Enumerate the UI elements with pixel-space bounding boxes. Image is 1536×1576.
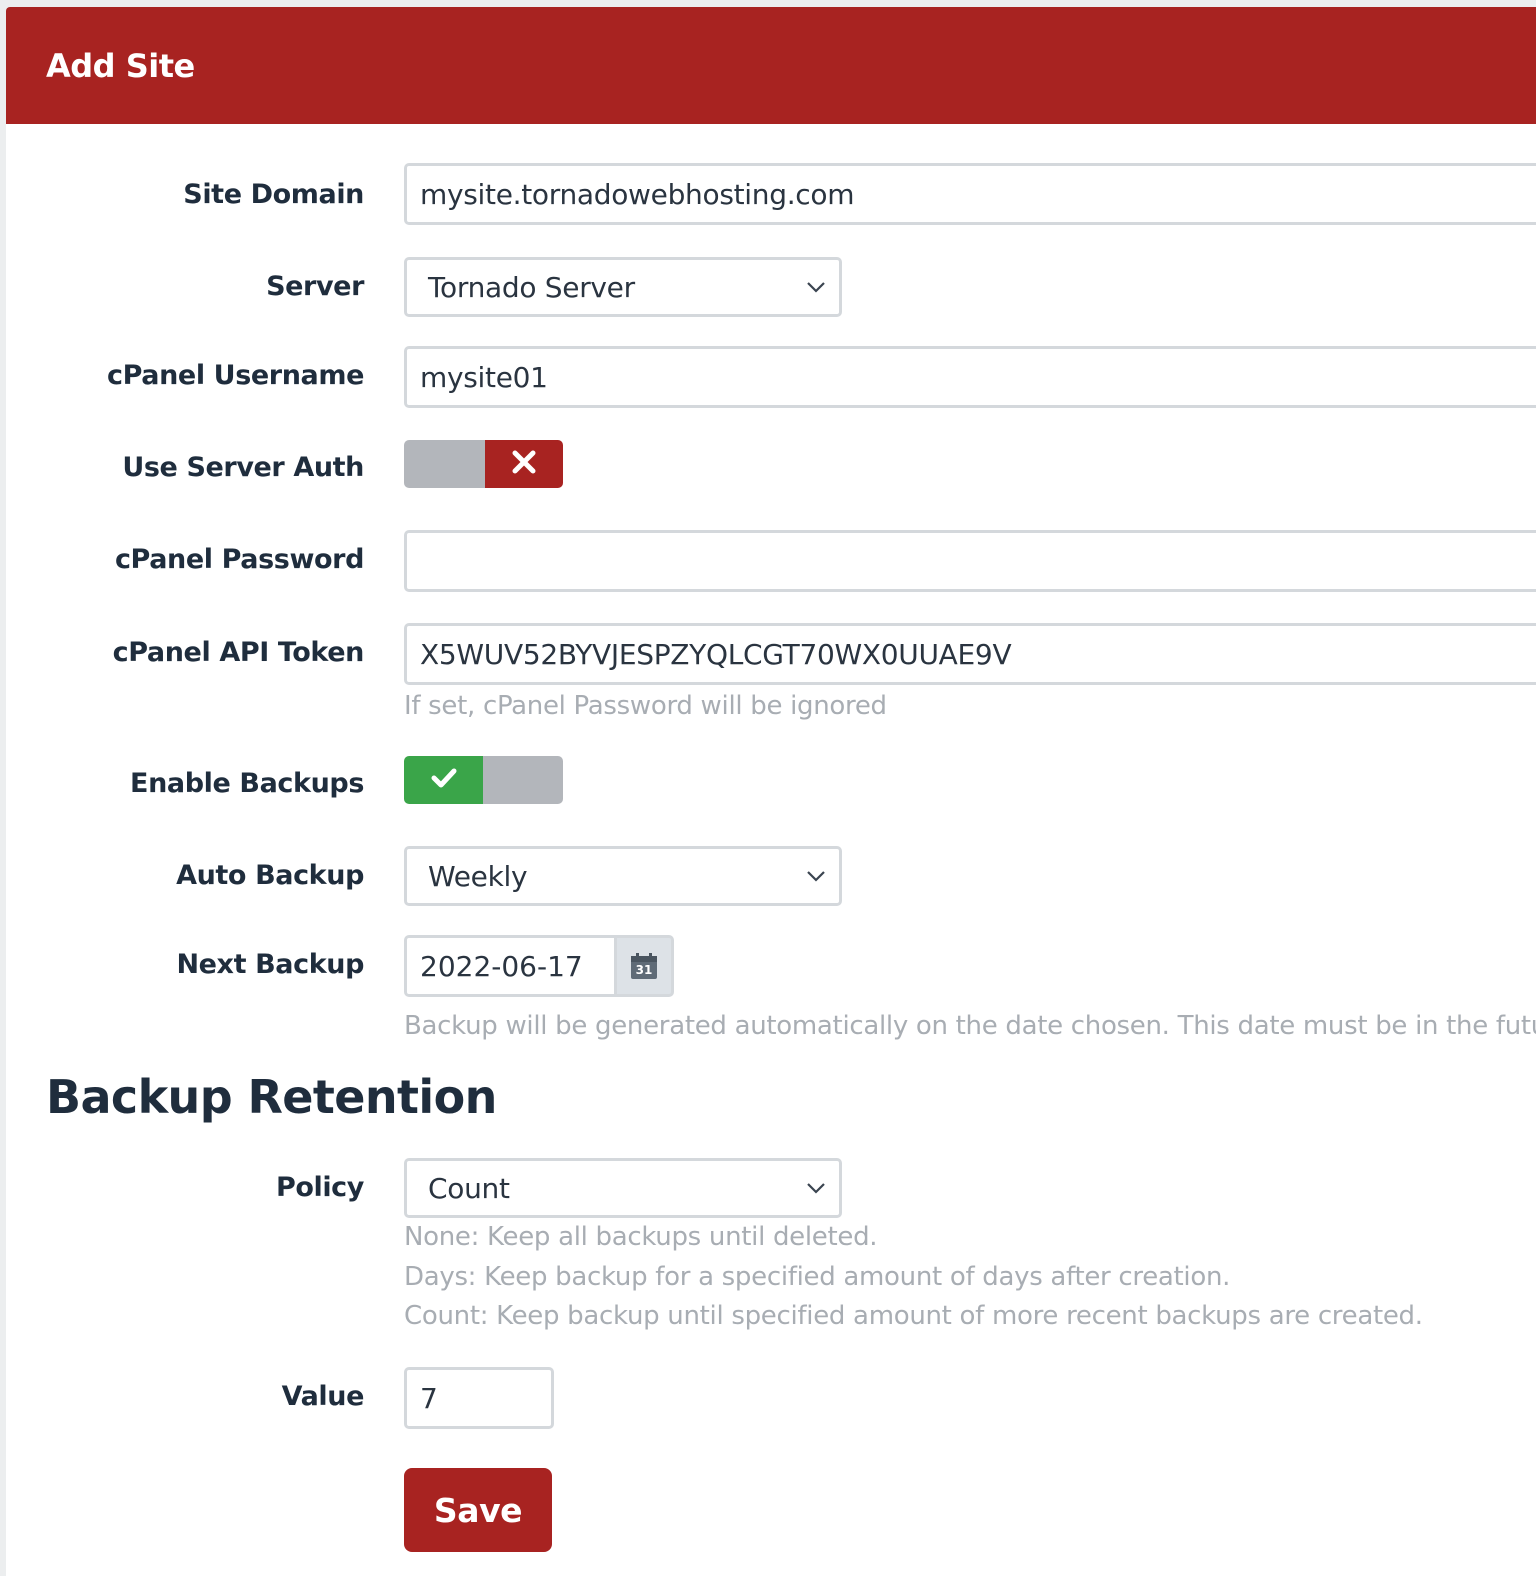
value-input-value: 7	[420, 1381, 438, 1415]
page-title: Add Site	[46, 46, 195, 85]
site-domain-input[interactable]: mysite.tornadowebhosting.com	[404, 163, 1536, 225]
auto-backup-select[interactable]: Weekly	[404, 846, 842, 906]
chevron-down-icon	[805, 1177, 827, 1199]
policy-selected-value: Count	[428, 1171, 510, 1205]
calendar-button[interactable]: 31	[614, 935, 674, 997]
calendar-icon: 31	[630, 952, 658, 980]
x-icon	[512, 450, 536, 478]
toggle-off-state	[485, 440, 563, 488]
cpanel-api-token-label: cPanel API Token	[112, 637, 365, 668]
save-button[interactable]: Save	[404, 1468, 552, 1552]
policy-select[interactable]: Count	[404, 1158, 842, 1218]
chevron-down-icon	[805, 865, 827, 887]
next-backup-label: Next Backup	[176, 949, 364, 980]
use-server-auth-toggle[interactable]	[404, 440, 563, 488]
cpanel-username-input[interactable]: mysite01	[404, 346, 1536, 408]
toggle-off-handle	[404, 440, 485, 488]
toggle-on-state	[404, 756, 483, 804]
auto-backup-selected-value: Weekly	[428, 859, 528, 893]
next-backup-value: 2022-06-17	[420, 949, 583, 983]
server-select[interactable]: Tornado Server	[404, 257, 842, 317]
chevron-down-icon	[805, 276, 827, 298]
value-input[interactable]: 7	[404, 1367, 554, 1429]
cpanel-password-input[interactable]	[404, 530, 1536, 592]
calendar-day-number: 31	[635, 963, 653, 977]
card-header: Add Site	[6, 7, 1536, 124]
site-domain-value: mysite.tornadowebhosting.com	[420, 177, 855, 211]
auto-backup-label: Auto Backup	[176, 860, 364, 891]
cpanel-username-value: mysite01	[420, 360, 548, 394]
backup-retention-title: Backup Retention	[46, 1070, 497, 1124]
policy-help-none: None: Keep all backups until deleted.	[404, 1222, 878, 1252]
use-server-auth-label: Use Server Auth	[122, 452, 364, 483]
next-backup-input[interactable]: 2022-06-17	[404, 935, 614, 997]
server-label: Server	[266, 271, 364, 302]
cpanel-username-label: cPanel Username	[107, 360, 364, 391]
cpanel-password-label: cPanel Password	[114, 544, 364, 575]
next-backup-help: Backup will be generated automatically o…	[404, 1011, 1536, 1041]
enable-backups-label: Enable Backups	[130, 768, 364, 799]
server-selected-value: Tornado Server	[428, 270, 635, 304]
cpanel-api-token-value: X5WUV52BYVJESPZYQLCGT70WX0UUAE9V	[420, 637, 1012, 671]
cpanel-api-token-input[interactable]: X5WUV52BYVJESPZYQLCGT70WX0UUAE9V	[404, 623, 1536, 685]
cpanel-api-token-help: If set, cPanel Password will be ignored	[404, 691, 887, 721]
next-backup-date-group: 2022-06-17 31	[404, 935, 674, 997]
policy-help-count: Count: Keep backup until specified amoun…	[404, 1301, 1423, 1331]
policy-label: Policy	[275, 1172, 364, 1203]
enable-backups-toggle[interactable]	[404, 756, 563, 804]
policy-help-days: Days: Keep backup for a specified amount…	[404, 1262, 1231, 1292]
toggle-on-handle	[483, 756, 563, 804]
add-site-card: Add Site Site Domain mysite.tornadowebho…	[6, 7, 1536, 1576]
site-domain-label: Site Domain	[183, 179, 364, 210]
value-label: Value	[281, 1381, 365, 1412]
check-icon	[431, 767, 457, 793]
